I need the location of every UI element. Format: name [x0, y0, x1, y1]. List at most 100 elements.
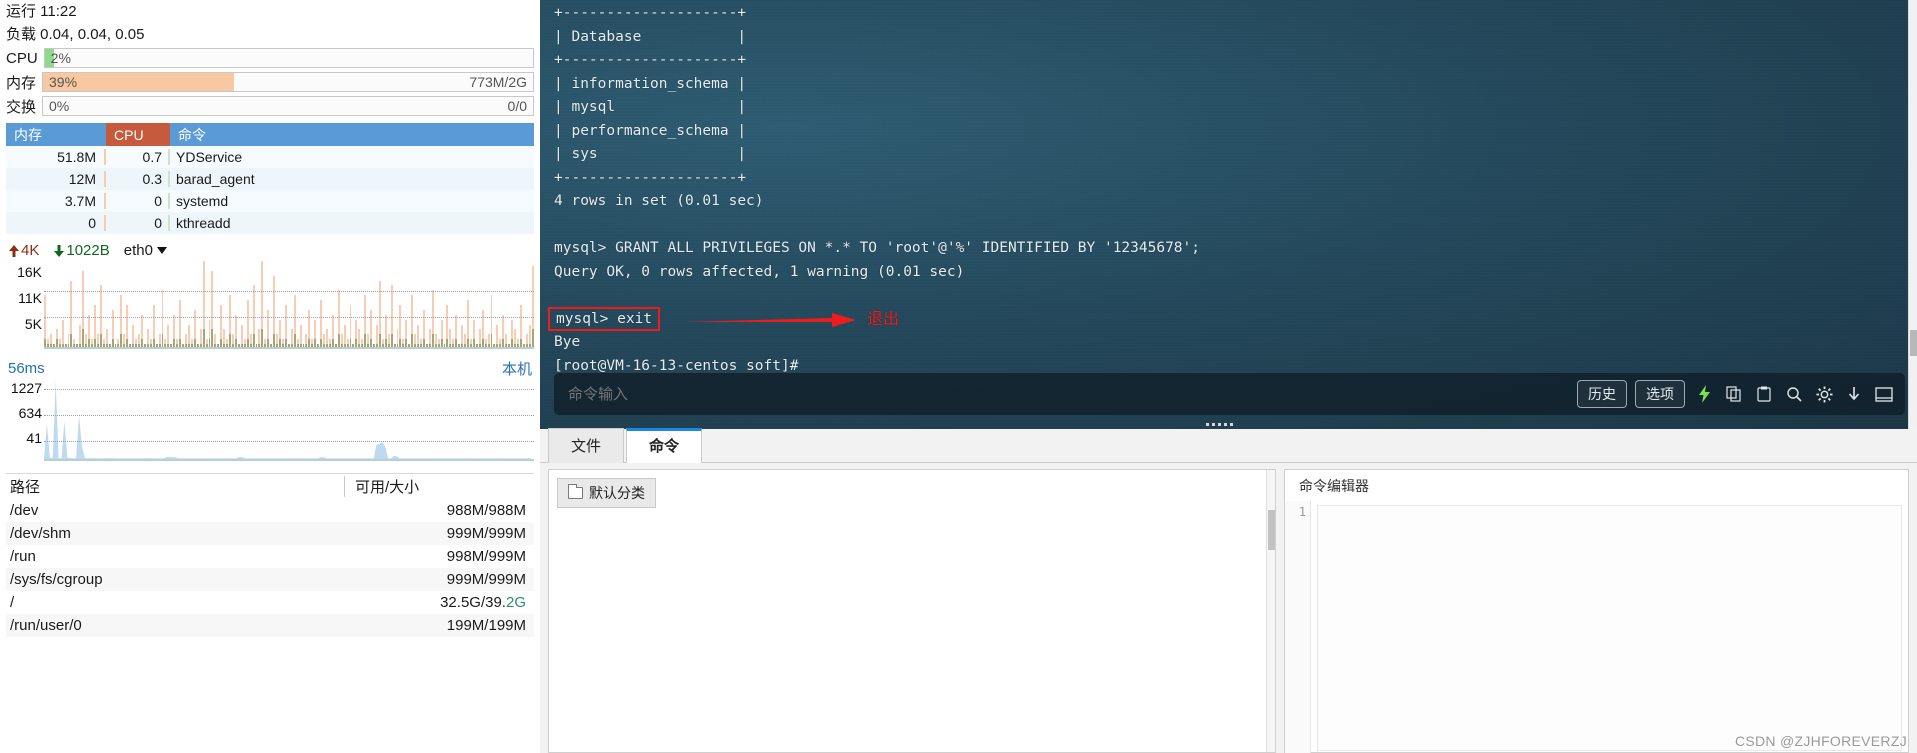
meter-label: 交换	[6, 98, 37, 116]
disk-path: /	[10, 594, 15, 611]
terminal-window[interactable]: +--------------------+ | Database | +-----…	[540, 0, 1917, 429]
disk-row[interactable]: /dev 988M/988M	[6, 499, 534, 522]
process-cmd: barad_agent	[176, 171, 255, 187]
disk-row[interactable]: /run 998M/999M	[6, 545, 534, 568]
process-cpu: 0.3	[106, 171, 170, 187]
process-col-cpu[interactable]: CPU	[106, 123, 170, 146]
process-row[interactable]: 3.7M 0 systemd	[6, 190, 534, 212]
terminal-line: +--------------------+	[554, 169, 747, 186]
upload-indicator: 4K	[8, 242, 39, 259]
disk-path: /dev	[10, 502, 39, 519]
terminal-output: +--------------------+ | Database | +-----…	[540, 0, 1917, 378]
gear-icon[interactable]	[1813, 383, 1835, 405]
terminal-line: | sys |	[554, 146, 747, 162]
latency-value: 56ms	[8, 360, 45, 377]
meter-row-CPU: CPU 2%	[0, 46, 540, 70]
bolt-icon[interactable]	[1693, 383, 1715, 405]
latency-graph[interactable]: 1227 634 41	[6, 381, 534, 465]
search-icon[interactable]	[1783, 383, 1805, 405]
chart-area	[44, 381, 532, 461]
download-icon[interactable]	[1843, 383, 1865, 405]
disk-row[interactable]: /dev/shm 999M/999M	[6, 522, 534, 545]
meter-bar: 0% 0/0	[42, 96, 534, 116]
app-root: 运行 11:22 负载 0.04, 0.04, 0.05 CPU 2% 内存 39% 7…	[0, 0, 1917, 753]
process-cpu: 0	[106, 215, 170, 231]
meter-detail: 773M/2G	[469, 74, 527, 90]
process-mem: 12M	[6, 171, 106, 187]
terminal-line: Bye	[554, 334, 581, 350]
arrow-up-icon	[9, 244, 19, 257]
folder-icon	[568, 484, 583, 499]
network-summary: 4K 1022B eth0	[0, 234, 540, 261]
process-cpu: 0	[106, 193, 170, 209]
meter-percent: 0%	[49, 98, 70, 114]
net-axis-2: 5K	[24, 316, 42, 332]
process-row[interactable]: 12M 0.3 barad_agent	[6, 168, 534, 190]
network-interface-selector[interactable]: eth0	[124, 242, 167, 259]
command-list-scrollbar[interactable]	[1266, 470, 1275, 752]
net-axis-1: 11K	[18, 290, 42, 306]
disk-table: 路径 可用/大小 /dev 988M/988M/dev/shm 999M/999M /…	[6, 473, 534, 637]
command-editor-title: 命令编辑器	[1299, 478, 1369, 494]
bottom-panel: 文件 命令 默认分类 命令编辑器 1 CSDN @ZJHFOREVERZJ	[540, 428, 1917, 753]
disk-path: /run/user/0	[10, 617, 82, 634]
lat-axis-0: 1227	[10, 380, 42, 396]
disk-col-avail[interactable]: 可用/大小	[344, 476, 534, 497]
disk-table-body: /dev 988M/988M/dev/shm 999M/999M/run 998M/9…	[6, 499, 534, 637]
resize-grip[interactable]	[1205, 421, 1252, 427]
terminal-line: | information_schema |	[554, 75, 747, 92]
terminal-line: mysql> GRANT ALL PRIVILEGES ON *.* TO 'r…	[554, 240, 1201, 256]
download-value: 1022B	[66, 242, 110, 259]
disk-table-header: 路径 可用/大小	[6, 474, 534, 499]
network-graph-axis: 16K 11K 5K	[6, 265, 42, 343]
process-mem: 3.7M	[6, 193, 106, 209]
chart-bars	[44, 261, 534, 349]
command-editor-body: 1	[1285, 501, 1908, 753]
editor-line-numbers: 1	[1285, 501, 1311, 753]
annotation-arrow-icon	[682, 313, 857, 328]
window-icon[interactable]	[1873, 383, 1895, 405]
disk-col-path[interactable]: 路径	[6, 476, 344, 497]
paste-icon[interactable]	[1753, 383, 1775, 405]
process-mem: 51.8M	[6, 149, 106, 165]
process-row[interactable]: 0 0 kthreadd	[6, 212, 534, 234]
meter-bar: 39% 773M/2G	[42, 72, 534, 92]
command-input[interactable]	[568, 385, 1569, 403]
latency-host[interactable]: 本机	[502, 358, 532, 379]
disk-row[interactable]: / 32.5G/39.2G	[6, 591, 534, 614]
lat-axis-1: 634	[18, 405, 42, 421]
network-graph-canvas	[44, 261, 534, 349]
command-list-pane[interactable]: 默认分类	[548, 469, 1276, 753]
copy-icon[interactable]	[1723, 383, 1745, 405]
process-table-body: 51.8M 0.7 YDService 12M 0.3 barad_agent 3.7M 0 s…	[0, 146, 540, 234]
command-editor-pane[interactable]: 命令编辑器 1	[1284, 469, 1909, 753]
network-graph[interactable]: 16K 11K 5K	[6, 261, 534, 353]
options-button[interactable]: 选项	[1635, 380, 1685, 408]
annotation-label: 退出	[867, 310, 900, 328]
terminal-line: | performance_schema |	[554, 122, 747, 139]
process-col-cmd[interactable]: 命令	[170, 123, 534, 146]
command-input-bar[interactable]: 历史 选项	[554, 373, 1905, 415]
meter-row-内存: 内存 39% 773M/2G	[0, 70, 540, 94]
terminal-section: +--------------------+ | Database | +-----…	[540, 0, 1917, 753]
disk-row[interactable]: /run/user/0 199M/199M	[6, 614, 534, 637]
editor-text-area[interactable]	[1317, 505, 1902, 751]
disk-value: 199M/199M	[446, 617, 526, 634]
arrow-down-icon	[54, 244, 65, 257]
disk-value: 988M/988M	[446, 502, 526, 519]
terminal-line: | Database |	[554, 28, 747, 45]
uptime-label: 运行 11:22	[6, 3, 77, 20]
terminal-line: +--------------------+	[554, 5, 747, 21]
category-tab-default[interactable]: 默认分类	[557, 478, 656, 508]
process-mem: 0	[6, 215, 106, 231]
terminal-scrollbar[interactable]	[1908, 0, 1917, 429]
process-row[interactable]: 51.8M 0.7 YDService	[6, 146, 534, 168]
bottom-tab-1[interactable]: 命令	[626, 428, 703, 463]
exit-annotation-row: mysql> exit 退出	[548, 307, 1917, 332]
bottom-tab-0[interactable]: 文件	[548, 428, 625, 463]
disk-value: 999M/999M	[446, 571, 526, 588]
disk-row[interactable]: /sys/fs/cgroup 999M/999M	[6, 568, 534, 591]
history-button[interactable]: 历史	[1577, 380, 1627, 408]
process-col-mem[interactable]: 内存	[6, 123, 106, 146]
